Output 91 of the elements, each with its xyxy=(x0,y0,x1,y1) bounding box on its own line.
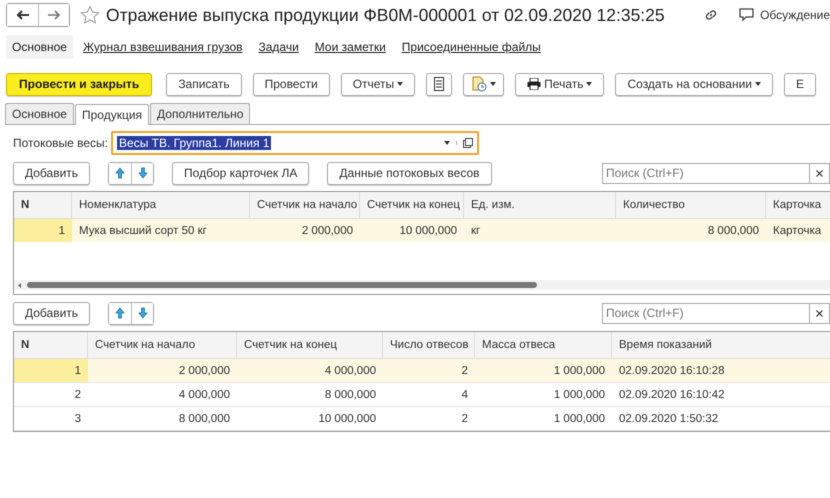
list-icon xyxy=(434,77,444,91)
table-cell-text: 8 000,000 xyxy=(324,388,377,402)
table-cell-text: 1 000,000 xyxy=(552,388,606,402)
tab[interactable]: Продукция xyxy=(74,104,150,125)
table-cell-text: 2 xyxy=(460,412,469,426)
move-down-button[interactable] xyxy=(131,162,154,184)
window-title: Отражение выпуска продукции ФВ0М-000001 от 02.09.2020 12:35:25 xyxy=(106,4,665,26)
move-up-button[interactable] xyxy=(109,302,132,324)
add-button[interactable]: Добавить xyxy=(13,162,90,184)
nav-link[interactable]: Присоединенные файлы xyxy=(396,35,547,59)
move-down-button[interactable] xyxy=(131,302,154,324)
table-cell-text: 10 000,000 xyxy=(317,412,377,426)
column-header[interactable]: N xyxy=(14,192,72,218)
column-header[interactable]: Время показаний xyxy=(612,332,830,358)
column-header[interactable]: Счетчик на конец xyxy=(360,192,464,218)
move-up-button[interactable] xyxy=(109,162,132,184)
toolbar-button[interactable]: Е xyxy=(784,72,816,96)
table-cell-text: 1 000,000 xyxy=(552,364,606,378)
caret-icon[interactable] xyxy=(444,141,450,145)
column-header[interactable]: Ед. изм. xyxy=(464,192,616,218)
table-cell-text: 02.09.2020 16:10:42 xyxy=(618,388,726,402)
table-cell: 1 xyxy=(14,219,72,242)
toolbar-button[interactable]: Провести xyxy=(252,72,330,96)
table-cell-text: 4 000,000 xyxy=(178,388,231,402)
table-cell-text: 4 xyxy=(460,388,469,402)
down-arrow-icon xyxy=(138,307,148,319)
star-icon[interactable] xyxy=(80,5,100,25)
table-cell-text: 2 000,000 xyxy=(300,224,354,238)
column-header[interactable]: Количество xyxy=(616,192,766,218)
table-cell: 1 xyxy=(14,359,88,382)
column-header[interactable]: Счетчик на начало xyxy=(88,332,237,358)
search-field[interactable]: Поиск (Ctrl+F) xyxy=(602,162,830,184)
column-header[interactable]: N xyxy=(14,332,88,358)
nav-link[interactable]: Основное xyxy=(6,35,73,59)
table-cell-text: 8 000,000 xyxy=(706,224,760,238)
open-icon[interactable] xyxy=(463,138,474,148)
table-cell-text: 1 000,000 xyxy=(552,412,606,426)
dropdown-button[interactable]: Создать на основании xyxy=(615,72,773,96)
caret-icon xyxy=(397,82,404,86)
list-button[interactable] xyxy=(426,72,452,96)
close-icon xyxy=(816,170,823,176)
caret-icon xyxy=(490,82,496,86)
document-clock-icon xyxy=(471,76,488,92)
column-header[interactable]: Счетчик на конец xyxy=(237,332,383,358)
print-button[interactable]: Печать xyxy=(515,72,604,96)
table-cell-text: 2 xyxy=(74,388,82,402)
table-cell-text: 2 xyxy=(460,364,469,378)
tab[interactable]: Основное xyxy=(5,103,74,124)
horizontal-scrollbar[interactable] xyxy=(14,280,830,290)
tab[interactable]: Дополнительно xyxy=(150,103,250,124)
column-header[interactable]: Масса отвеса xyxy=(475,332,612,358)
table-cell-text: 3 xyxy=(74,412,82,426)
table-cell-text: 4 000,000 xyxy=(324,364,377,378)
table-cell-text: Карточка xyxy=(772,224,822,238)
nav-link[interactable]: Журнал взвешивания грузов xyxy=(76,35,248,59)
table-cell-text: 02.09.2020 1:50:32 xyxy=(618,412,720,426)
toolbar-button[interactable]: Подбор карточек ЛА xyxy=(172,162,310,184)
table-cell-text: 02.09.2020 16:10:28 xyxy=(618,364,726,378)
post-and-close-button[interactable]: Провести и закрыть xyxy=(6,72,152,96)
scales-field[interactable]: Весы ТВ. Группа1. Линия 1 xyxy=(111,131,480,155)
forward-arrow-icon xyxy=(47,10,61,20)
forward-button[interactable] xyxy=(38,4,69,26)
printer-icon xyxy=(527,78,542,90)
chat-icon xyxy=(739,8,754,22)
search-field[interactable]: Поиск (Ctrl+F) xyxy=(602,302,830,324)
column-header[interactable]: Счетчик на начало xyxy=(250,192,360,218)
down-arrow-icon xyxy=(138,167,148,179)
column-header[interactable]: Карточка xyxy=(766,192,830,218)
close-icon xyxy=(816,310,823,316)
caret-icon xyxy=(586,82,592,86)
document-dropdown-button[interactable] xyxy=(463,72,504,96)
up-arrow-icon xyxy=(115,307,126,319)
table-cell-text: 8 000,000 xyxy=(178,412,231,426)
table-cell-text: 10 000,000 xyxy=(398,224,458,238)
column-header[interactable]: Число отвесов xyxy=(383,332,475,358)
up-arrow-icon xyxy=(115,167,126,179)
toolbar-button[interactable]: Данные потоковых весов xyxy=(327,162,492,184)
discussion-link[interactable]: Обсуждение xyxy=(739,8,830,22)
nav-link[interactable]: Мои заметки xyxy=(308,35,392,59)
table-cell-text: Мука высший сорт 50 кг xyxy=(78,224,208,238)
scroll-left-icon[interactable] xyxy=(18,282,21,288)
scales-label: Потоковые весы: xyxy=(13,136,108,150)
back-arrow-icon xyxy=(16,10,30,20)
dropdown-button[interactable]: Отчеты xyxy=(340,72,416,96)
table-cell-text: 2 000,000 xyxy=(178,364,231,378)
caret-icon xyxy=(754,82,761,86)
nav-link[interactable]: Задачи xyxy=(252,35,305,59)
toolbar-button[interactable]: Записать xyxy=(166,72,242,96)
column-header[interactable]: Номенклатура xyxy=(72,192,250,218)
table-cell-text: кг xyxy=(470,224,482,238)
add-button[interactable]: Добавить xyxy=(13,302,90,324)
